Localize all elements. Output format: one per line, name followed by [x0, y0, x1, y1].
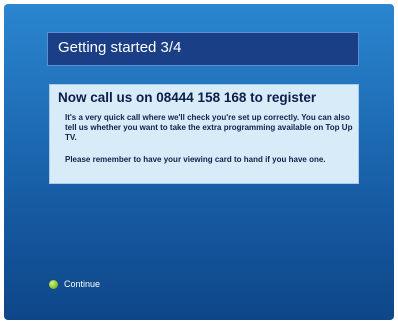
page-title: Getting started 3/4 — [58, 39, 182, 56]
green-button-icon — [49, 279, 58, 289]
info-paragraph-viewing-card: Please remember to have your viewing car… — [65, 155, 326, 164]
continue-button[interactable]: Continue — [49, 279, 100, 289]
tv-screen: Getting started 3/4 Now call us on 08444… — [4, 4, 394, 320]
info-paragraph-call: It's a very quick call where we'll check… — [65, 113, 353, 142]
info-panel: Now call us on 08444 158 168 to register… — [49, 84, 359, 184]
title-bar: Getting started 3/4 — [47, 32, 359, 66]
continue-label: Continue — [64, 279, 101, 289]
phone-headline: Now call us on 08444 158 168 to register — [58, 90, 317, 105]
